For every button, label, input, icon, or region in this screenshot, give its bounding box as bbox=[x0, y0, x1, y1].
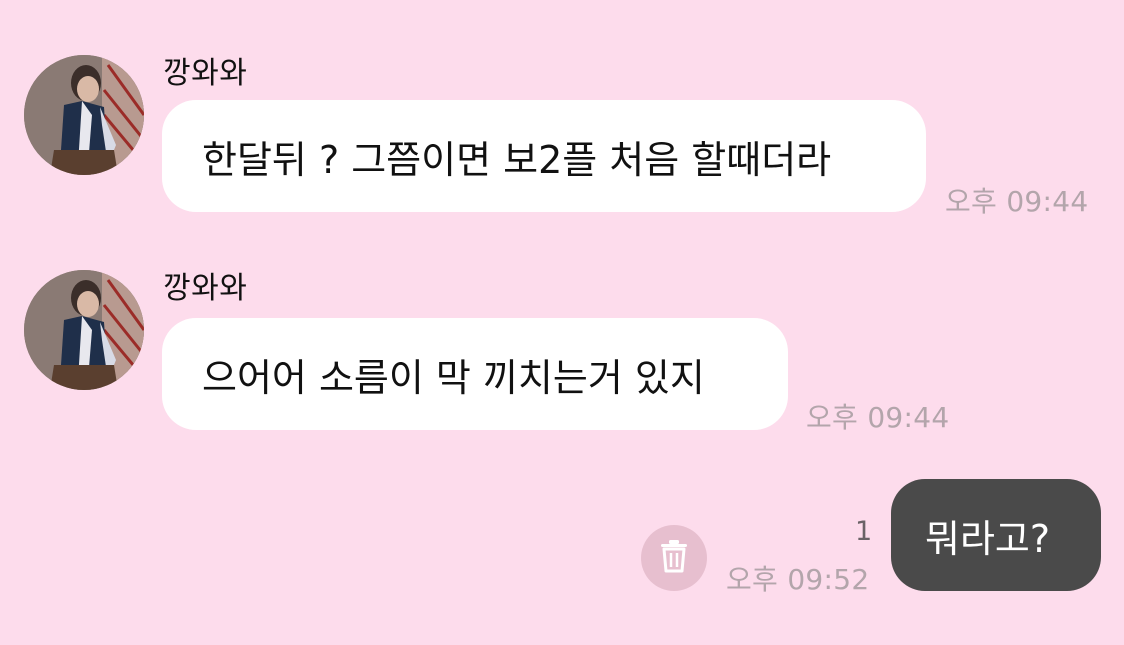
sender-name: 깡와와 bbox=[163, 56, 248, 91]
sender-avatar[interactable] bbox=[24, 270, 144, 390]
message-time: 오후 09:44 bbox=[806, 401, 950, 434]
unread-count: 1 bbox=[855, 516, 873, 547]
my-message-bubble[interactable]: 뭐라고? bbox=[891, 479, 1101, 591]
trash-icon bbox=[659, 539, 689, 577]
message-bubble[interactable]: 으어어 소름이 막 끼치는거 있지 bbox=[162, 318, 788, 430]
message-bubble[interactable]: 한달뒤 ? 그쯤이면 보2플 처음 할때더라 bbox=[162, 100, 926, 212]
chat-view: 깡와와 한달뒤 ? 그쯤이면 보2플 처음 할때더라 오후 09:44 깡와와 … bbox=[0, 0, 1124, 645]
sender-avatar[interactable] bbox=[24, 55, 144, 175]
delete-button[interactable] bbox=[641, 525, 707, 591]
message-time: 오후 09:52 bbox=[726, 563, 870, 596]
message-time: 오후 09:44 bbox=[945, 185, 1089, 218]
sender-name: 깡와와 bbox=[163, 271, 248, 306]
